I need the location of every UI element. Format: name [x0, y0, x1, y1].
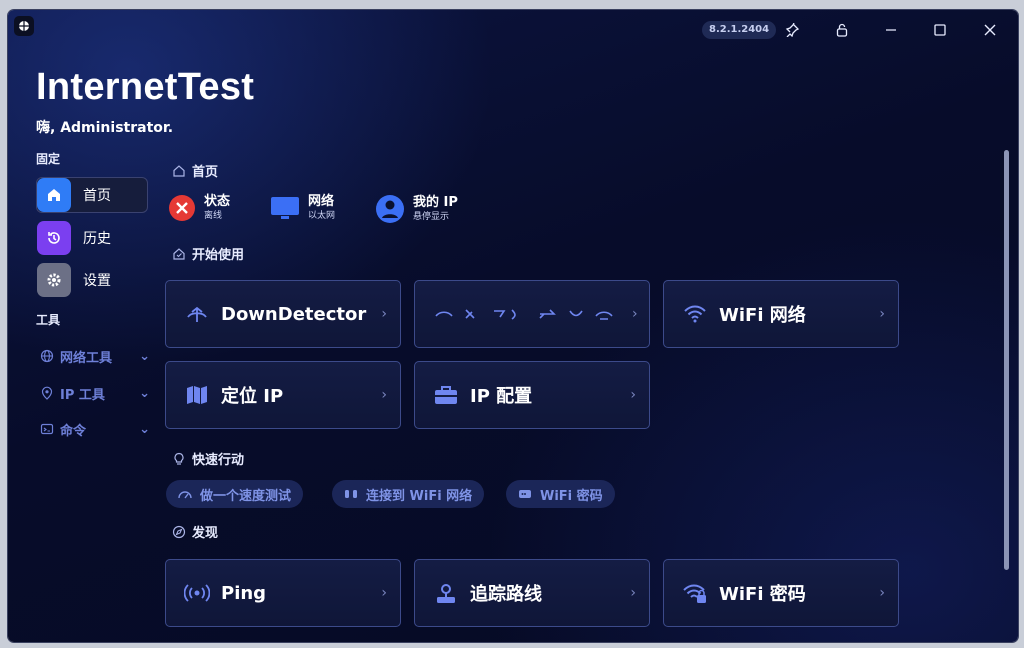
- lock-icon: [836, 23, 848, 37]
- chevron-down-icon: ⌄: [139, 385, 150, 401]
- close-button[interactable]: [976, 18, 1004, 42]
- connect-icon: [345, 490, 357, 498]
- my-ip-indicator[interactable]: 我的 IP 悬停显示: [375, 194, 458, 224]
- history-icon: [37, 221, 71, 255]
- wifi-networks-card[interactable]: WiFi 网络 ›: [663, 280, 899, 348]
- minimize-icon: [886, 29, 896, 31]
- network-indicator: 网络 以太网: [270, 194, 335, 222]
- speed-test-chip[interactable]: 做一个速度测试: [166, 480, 304, 508]
- sidebar-item-label: IP 工具: [60, 387, 105, 403]
- greeting-text: 嗨, Administrator.: [36, 120, 174, 136]
- offline-x-icon: [169, 195, 195, 221]
- wifi-lock-icon: [683, 584, 706, 603]
- trace-route-card[interactable]: 追踪路线 ›: [414, 559, 650, 627]
- chevron-down-icon: ⌄: [139, 421, 150, 437]
- signal-icon: [187, 306, 207, 322]
- sidebar-item-label: 设置: [83, 273, 111, 289]
- chevron-right-icon: ›: [381, 387, 387, 403]
- chevron-right-icon: ›: [381, 585, 387, 601]
- app-title: InternetTest: [36, 66, 255, 108]
- chevron-right-icon: ›: [879, 306, 885, 322]
- compass-icon: [172, 525, 186, 538]
- chevron-right-icon: ›: [879, 585, 885, 601]
- connect-wifi-chip[interactable]: 连接到 WiFi 网络: [332, 480, 485, 508]
- toolbox-icon: [435, 386, 457, 404]
- ping-icon: [184, 584, 210, 602]
- home-outline-icon: [173, 164, 185, 177]
- user-globe-icon: [376, 195, 404, 223]
- pin-icon: [785, 23, 799, 37]
- chevron-right-icon: ›: [632, 306, 638, 322]
- ping-card[interactable]: Ping ›: [165, 559, 401, 627]
- route-icon: [437, 584, 455, 603]
- app-window: 8.2.1.2404 InternetTest 嗨, Administrator…: [8, 10, 1018, 642]
- sidebar-item-label: 命令: [60, 423, 87, 439]
- wifi-password-chip[interactable]: WiFi 密码: [506, 480, 615, 508]
- maximize-button[interactable]: [926, 18, 954, 42]
- start-icon: [173, 247, 185, 260]
- pinned-header: 固定: [36, 152, 61, 166]
- chevron-right-icon: ›: [381, 306, 387, 322]
- loading-card[interactable]: ›: [414, 280, 650, 348]
- map-icon: [187, 386, 207, 404]
- monitor-icon: [271, 197, 299, 219]
- sidebar-item-label: 历史: [83, 231, 111, 247]
- gear-icon: [37, 263, 71, 297]
- location-pin-icon: [41, 386, 53, 400]
- wifi-icon: [684, 305, 706, 323]
- version-badge: 8.2.1.2404: [702, 21, 777, 39]
- loading-icon: [435, 309, 613, 320]
- wifi-password-card[interactable]: WiFi 密码 ›: [663, 559, 899, 627]
- password-icon: [519, 490, 531, 498]
- start-section-header: 开始使用: [172, 244, 244, 263]
- close-icon: [984, 24, 996, 36]
- lock-button[interactable]: [828, 18, 856, 42]
- status-indicator: 状态 离线: [168, 194, 230, 222]
- lightbulb-icon: [174, 452, 184, 465]
- sidebar-item-home[interactable]: 首页: [36, 177, 148, 213]
- sidebar-item-label: 首页: [83, 188, 111, 204]
- discover-section-header: 发现: [172, 522, 218, 541]
- sidebar-item-commands[interactable]: 命令 ⌄: [40, 418, 150, 440]
- command-icon: [40, 423, 54, 435]
- app-logo-icon: [14, 16, 34, 36]
- chevron-down-icon: ⌄: [139, 348, 150, 364]
- sidebar-item-history[interactable]: 历史: [36, 220, 148, 256]
- sidebar-item-ip-tools[interactable]: IP 工具 ⌄: [40, 382, 150, 404]
- scrollbar[interactable]: [1004, 150, 1009, 570]
- sidebar-item-network-tools[interactable]: 网络工具 ⌄: [40, 345, 150, 367]
- sidebar-item-label: 网络工具: [60, 350, 113, 366]
- pin-button[interactable]: [778, 18, 806, 42]
- sidebar-item-settings[interactable]: 设置: [36, 262, 148, 298]
- downdetector-card[interactable]: DownDetector ›: [165, 280, 401, 348]
- maximize-icon: [934, 24, 946, 36]
- home-icon: [37, 178, 71, 212]
- chevron-right-icon: ›: [630, 387, 636, 403]
- ip-config-card[interactable]: IP 配置 ›: [414, 361, 650, 429]
- chevron-right-icon: ›: [630, 585, 636, 601]
- quick-actions-header: 快速行动: [172, 449, 244, 468]
- globe-icon: [40, 349, 54, 363]
- home-section-header: 首页: [172, 161, 218, 180]
- tools-header: 工具: [36, 313, 61, 327]
- minimize-button[interactable]: [877, 18, 905, 42]
- gauge-icon: [178, 491, 192, 499]
- locate-ip-card[interactable]: 定位 IP ›: [165, 361, 401, 429]
